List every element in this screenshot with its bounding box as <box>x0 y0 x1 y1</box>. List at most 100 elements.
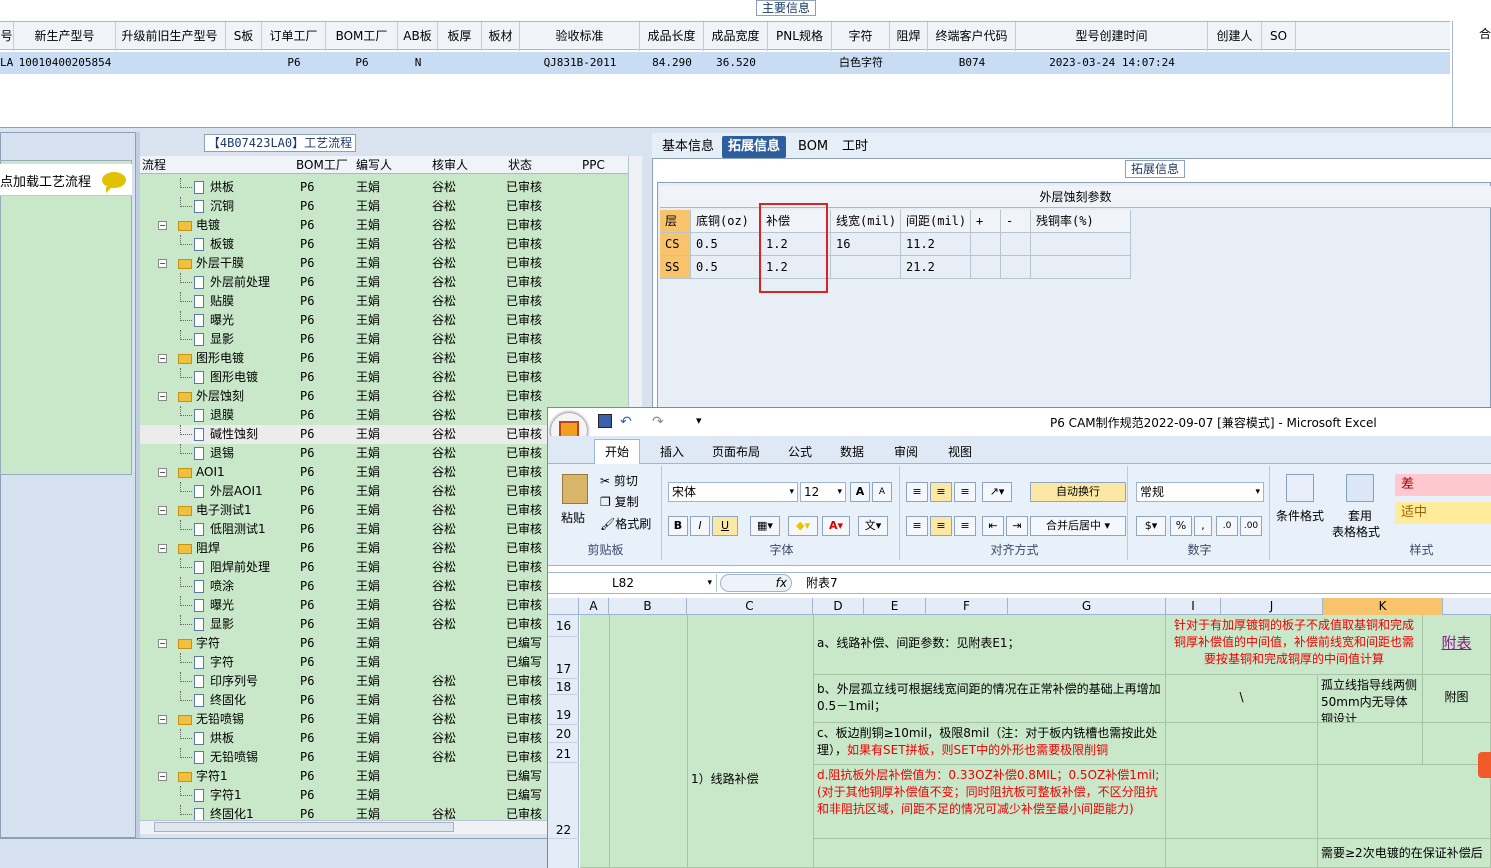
process-col-header[interactable]: 核审人 <box>432 156 468 174</box>
appendix-link[interactable]: 附表 <box>1441 634 1471 652</box>
process-col-header[interactable]: 状态 <box>508 156 532 174</box>
collapse-icon[interactable]: − <box>158 715 167 724</box>
main-info-cell[interactable]: P6 <box>262 52 326 74</box>
main-info-data-row[interactable]: LA010010400205854P6P6NQJ831B-201184.2903… <box>0 52 1450 74</box>
row-header[interactable]: 16 <box>548 615 579 637</box>
paste-icon[interactable] <box>562 474 588 504</box>
process-col-header[interactable]: 编写人 <box>356 156 392 174</box>
collapse-icon[interactable]: − <box>158 259 167 268</box>
main-info-cell[interactable]: LA0 <box>0 52 14 74</box>
main-info-cell[interactable] <box>226 52 262 74</box>
main-info-cell[interactable] <box>1208 52 1262 74</box>
ribbon-tab-2[interactable]: 页面布局 <box>702 441 770 463</box>
align-top-icon[interactable]: ≡ <box>906 482 928 502</box>
process-row[interactable]: − 外层干膜 P6 王娟 谷松 已审核 <box>140 254 628 273</box>
decrease-indent-icon[interactable]: ⇤ <box>982 516 1004 536</box>
currency-icon[interactable]: $▾ <box>1136 516 1166 536</box>
main-info-col-header[interactable]: 新生产型号 <box>14 22 116 51</box>
italic-button[interactable]: I <box>690 516 710 536</box>
ext-col-header[interactable]: 线宽(mil) <box>831 210 901 233</box>
tab-2[interactable]: BOM <box>792 136 834 158</box>
process-row[interactable]: 显影 P6 王娟 谷松 已审核 <box>140 330 628 349</box>
cell-k20[interactable] <box>1318 723 1423 765</box>
main-info-col-header[interactable]: 验收标准 <box>520 22 640 51</box>
main-info-col-header[interactable]: 号 <box>0 22 14 51</box>
row-header[interactable]: 20 <box>548 725 579 743</box>
wrap-text-button[interactable]: 自动换行 <box>1030 482 1126 502</box>
main-info-col-header[interactable]: S板 <box>226 22 262 51</box>
ext-cell[interactable] <box>971 233 1001 256</box>
merge-center-button[interactable]: 合并后居中 ▾ <box>1030 516 1126 536</box>
cell-i18[interactable]: \ <box>1166 675 1318 723</box>
main-info-col-header[interactable]: 终端客户代码 <box>928 22 1016 51</box>
process-row[interactable]: 外层前处理 P6 王娟 谷松 已审核 <box>140 273 628 292</box>
main-info-cell[interactable] <box>1262 52 1296 74</box>
main-info-col-header[interactable]: 订单工厂 <box>262 22 326 51</box>
main-info-cell[interactable]: 白色字符 <box>832 52 890 74</box>
ext-col-header[interactable]: 残铜率(%) <box>1031 210 1131 233</box>
collapse-icon[interactable]: − <box>158 354 167 363</box>
align-middle-icon[interactable]: ≡ <box>930 482 952 502</box>
ext-cell[interactable] <box>1031 256 1131 279</box>
process-row[interactable]: 曝光 P6 王娟 谷松 已审核 <box>140 311 628 330</box>
tab-1[interactable]: 拓展信息 <box>722 136 787 158</box>
ribbon-tab-5[interactable]: 审阅 <box>884 441 928 463</box>
ext-col-header[interactable]: 层 <box>660 210 691 233</box>
ext-cell[interactable] <box>971 256 1001 279</box>
ext-col-header[interactable]: - <box>1001 210 1031 233</box>
tab-0[interactable]: 基本信息 <box>656 136 720 158</box>
font-name-select[interactable]: 宋体 ▾ <box>668 482 798 502</box>
ext-cell[interactable] <box>1031 233 1131 256</box>
main-info-col-header[interactable]: AB板 <box>398 22 438 51</box>
main-info-col-header[interactable]: 型号创建时间 <box>1016 22 1208 51</box>
main-info-cell[interactable]: B074 <box>928 52 1016 74</box>
process-row[interactable]: 图形电镀 P6 王娟 谷松 已审核 <box>140 368 628 387</box>
conditional-format-button[interactable]: 条件格式 <box>1276 508 1324 524</box>
ext-col-header[interactable]: 间距(mil) <box>901 210 971 233</box>
process-row[interactable]: − 电镀 P6 王娟 谷松 已审核 <box>140 216 628 235</box>
decrease-decimal-icon[interactable]: .00 <box>1240 516 1262 536</box>
shrink-font-icon[interactable]: A <box>872 482 892 502</box>
column-header[interactable]: E <box>864 598 926 615</box>
increase-decimal-icon[interactable]: .0 <box>1216 516 1238 536</box>
cut-button[interactable]: ✂ 剪切 <box>600 473 638 489</box>
main-info-cell[interactable] <box>890 52 928 74</box>
main-info-col-header[interactable]: 创建人 <box>1208 22 1262 51</box>
cell-k22[interactable] <box>1318 765 1491 839</box>
insert-function-button[interactable]: fx <box>720 574 792 592</box>
cell-d18[interactable]: b、外层孤立线可根据线宽间距的情况在正常补偿的基础上再增加0.5－1mil； <box>814 675 1166 723</box>
ext-cell[interactable]: 16 <box>831 233 901 256</box>
row-header[interactable]: 21 <box>548 745 579 763</box>
name-box[interactable]: L82 ▾ <box>552 574 717 592</box>
main-info-cell[interactable] <box>438 52 482 74</box>
table-format-button[interactable]: 套用 <box>1348 508 1372 524</box>
main-info-col-header[interactable]: 成品宽度 <box>704 22 768 51</box>
copy-button[interactable]: ❐ 复制 <box>600 494 639 510</box>
process-col-header[interactable]: 流程 <box>142 156 166 174</box>
ext-col-header[interactable]: + <box>971 210 1001 233</box>
main-info-col-header[interactable]: PNL规格 <box>768 22 832 51</box>
ext-col-header[interactable]: 补偿 <box>761 210 831 233</box>
ext-cell[interactable] <box>1001 233 1031 256</box>
column-header[interactable]: D <box>813 598 864 615</box>
process-row[interactable]: 烘板 P6 王娟 谷松 已审核 <box>140 178 628 197</box>
orientation-icon[interactable]: ↗▾ <box>982 482 1012 502</box>
process-row[interactable]: − 图形电镀 P6 王娟 谷松 已审核 <box>140 349 628 368</box>
worksheet[interactable]: 1）线路补偿 a、线路补偿、间距参数：见附表E1； 针对于有加厚镀铜的板子不成值… <box>580 615 1491 868</box>
process-row[interactable]: 贴膜 P6 王娟 谷松 已审核 <box>140 292 628 311</box>
process-row[interactable]: − 外层蚀刻 P6 王娟 谷松 已审核 <box>140 387 628 406</box>
cell-d20[interactable]: c、板边削铜≥10mil，极限8mil（注：对于板内铣槽也需按此处理），如果有S… <box>814 723 1166 765</box>
main-info-col-header[interactable]: 成品长度 <box>640 22 704 51</box>
row-header[interactable]: 17 <box>548 659 579 679</box>
percent-button[interactable]: % <box>1170 516 1192 536</box>
conditional-format-icon[interactable] <box>1286 474 1314 502</box>
font-color-icon[interactable]: A▾ <box>822 516 850 536</box>
number-format-select[interactable]: 常规 ▾ <box>1136 482 1264 502</box>
column-header[interactable]: J <box>1221 598 1323 615</box>
process-scrollbar-thumb[interactable] <box>154 822 454 832</box>
collapse-icon[interactable]: − <box>158 392 167 401</box>
save-icon[interactable] <box>598 414 612 428</box>
border-icon[interactable]: ▦▾ <box>750 516 780 536</box>
comma-button[interactable]: , <box>1194 516 1212 536</box>
collapse-icon[interactable]: − <box>158 221 167 230</box>
